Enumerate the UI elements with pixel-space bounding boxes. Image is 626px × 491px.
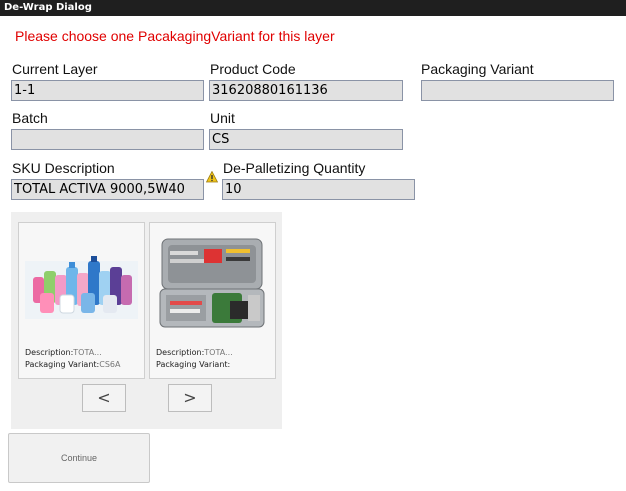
packaging-variant-field[interactable]: [421, 80, 614, 101]
sku-description-label: SKU Description: [12, 160, 115, 176]
unit-field[interactable]: CS: [209, 129, 403, 150]
variant-description-row: Description:TOTA...: [156, 348, 233, 357]
depalletizing-quantity-field[interactable]: 10: [222, 179, 415, 200]
variant-description-row: Description:TOTA...: [25, 348, 102, 357]
detergent-bottles-image: [25, 231, 138, 331]
continue-button[interactable]: Continue: [8, 433, 150, 483]
warning-info-icon[interactable]: [206, 171, 218, 183]
variant-card-2[interactable]: Description:TOTA... Packaging Variant:: [149, 222, 276, 379]
unit-label: Unit: [210, 110, 235, 126]
sku-description-field[interactable]: TOTAL ACTIVA 9000,5W40: [11, 179, 204, 200]
previous-page-button[interactable]: <: [82, 384, 126, 412]
variant-packaging-row: Packaging Variant:CS6A: [25, 360, 121, 369]
depalletizing-quantity-label: De-Palletizing Quantity: [223, 160, 366, 176]
packaging-variant-label: Packaging Variant: [421, 61, 534, 77]
variant-card-1[interactable]: Description:TOTA... Packaging Variant:CS…: [18, 222, 145, 379]
batch-field[interactable]: [11, 129, 204, 150]
batch-label: Batch: [12, 110, 48, 126]
instruction-message: Please choose one PacakagingVariant for …: [15, 28, 335, 44]
next-page-button[interactable]: >: [168, 384, 212, 412]
dialog-title-bar: De-Wrap Dialog: [0, 0, 626, 16]
current-layer-label: Current Layer: [12, 61, 98, 77]
variant-packaging-row: Packaging Variant:: [156, 360, 231, 369]
product-code-label: Product Code: [210, 61, 296, 77]
product-code-field[interactable]: 31620880161136: [209, 80, 403, 101]
toolkit-case-image: [156, 231, 269, 331]
current-layer-field[interactable]: 1-1: [11, 80, 204, 101]
packaging-variant-gallery: Description:TOTA... Packaging Variant:CS…: [11, 212, 282, 429]
